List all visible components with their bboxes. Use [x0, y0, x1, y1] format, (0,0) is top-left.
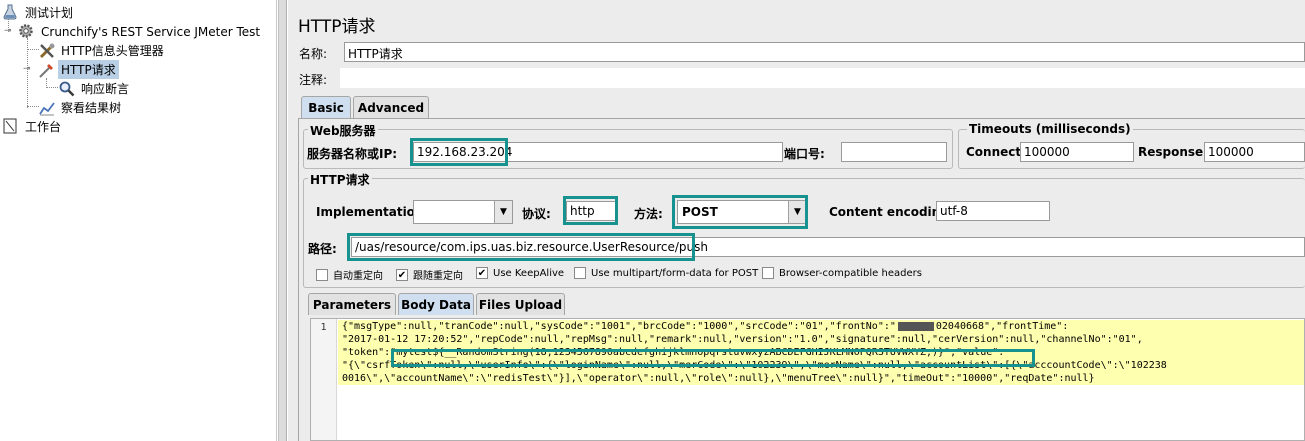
tree-item-result-tree[interactable]: 察看结果树 [38, 98, 124, 117]
connect-label: Connect: [966, 145, 1026, 159]
tab-basic[interactable]: Basic [301, 96, 351, 118]
tools-icon [38, 42, 56, 60]
path-label: 路径: [308, 242, 337, 256]
tab-body-data[interactable]: Body Data [398, 293, 474, 315]
chart-icon [38, 99, 56, 117]
port-input[interactable] [841, 142, 947, 162]
tree-label: Crunchify's REST Service JMeter Test [41, 24, 261, 39]
web-server-group-title: Web服务器 [308, 122, 378, 139]
method-label: 方法: [634, 207, 663, 221]
tree-label: 响应断言 [81, 82, 130, 96]
tree-label: 测试计划 [25, 6, 74, 20]
timeouts-group-title: Timeouts (milliseconds) [967, 122, 1133, 136]
tree-label: 察看结果树 [61, 101, 122, 115]
implementation-select[interactable]: ▼ [413, 200, 513, 224]
name-field[interactable]: HTTP请求 [344, 42, 1305, 62]
checkbox-label: Use multipart/form-data for POST [591, 267, 759, 279]
multipart-checkbox[interactable]: Use multipart/form-data for POST [574, 267, 758, 279]
comment-label: 注释: [299, 73, 328, 87]
port-label: 端口号: [784, 147, 825, 161]
checkbox-label: Use KeepAlive [493, 267, 565, 279]
dropdown-arrow-icon[interactable]: ▼ [494, 201, 512, 223]
protocol-label: 协议: [522, 207, 551, 221]
checkmark-icon: ✔ [476, 267, 488, 279]
page-title: HTTP请求 [298, 17, 376, 37]
pipette-icon [38, 61, 56, 79]
checkbox-label: 跟随重定向 [413, 271, 463, 282]
flask-icon [2, 4, 20, 22]
collapse-toggle-icon[interactable]: ⊸ [23, 65, 32, 74]
tree-item-test-plan[interactable]: 测试计划 [2, 3, 76, 22]
magnifier-icon [58, 80, 76, 98]
highlight-box [563, 196, 618, 225]
tree-label: 工作台 [25, 120, 62, 134]
splitter-handle[interactable] [278, 0, 287, 441]
response-timeout-input[interactable]: 100000 [1204, 142, 1305, 162]
checkbox-label: Browser-compatible headers [779, 267, 922, 279]
follow-redirect-checkbox[interactable]: ✔ 跟随重定向 [396, 267, 463, 282]
response-label: Response: [1138, 145, 1208, 159]
code-line: {"msgType":null,"tranCode":null,"sysCode… [338, 320, 1304, 333]
highlight-box [410, 138, 508, 166]
tree-label: HTTP请求 [58, 60, 119, 79]
tree-item-workbench[interactable]: 工作台 [2, 117, 64, 136]
highlight-box [347, 233, 695, 261]
tab-files-upload[interactable]: Files Upload [476, 293, 565, 315]
checkmark-icon: ✔ [396, 268, 408, 281]
line-number: 1 [320, 322, 327, 333]
checkbox-label: 自动重定向 [333, 271, 383, 282]
tree-item-http-request[interactable]: HTTP请求 [38, 60, 119, 79]
redacted-mark [897, 321, 934, 331]
tree-item-assertion[interactable]: 响应断言 [58, 79, 132, 98]
tab-parameters[interactable]: Parameters [308, 293, 396, 315]
name-label: 名称: [299, 47, 328, 61]
body-data-editor[interactable]: 1 {"msgType":null,"tranCode":null,"sysCo… [310, 318, 1305, 441]
tree-label: HTTP信息头管理器 [61, 44, 164, 58]
comment-field[interactable] [340, 68, 1305, 88]
checkbox-unchecked-icon [574, 267, 586, 279]
checkbox-unchecked-icon [316, 268, 328, 281]
gear-icon [18, 23, 36, 41]
server-label: 服务器名称或IP: [307, 147, 398, 161]
browser-headers-checkbox[interactable]: Browser-compatible headers [762, 267, 922, 279]
implementation-label: Implementation: [316, 205, 429, 219]
tree-item-thread-group[interactable]: Crunchify's REST Service JMeter Test [18, 22, 263, 41]
highlight-box [672, 195, 808, 229]
collapse-toggle-icon[interactable]: ⊸ [4, 27, 13, 36]
http-request-group-title: HTTP请求 [308, 171, 372, 188]
line-number-gutter: 1 [311, 319, 337, 440]
connect-timeout-input[interactable]: 100000 [1020, 142, 1134, 162]
content-encoding-input[interactable]: utf-8 [936, 201, 1050, 221]
checkbox-unchecked-icon [762, 267, 774, 279]
highlight-box [391, 349, 1035, 367]
keepalive-checkbox[interactable]: ✔ Use KeepAlive [476, 267, 564, 279]
code-area[interactable]: {"msgType":null,"tranCode":null,"sysCode… [338, 319, 1304, 440]
test-plan-tree[interactable]: 测试计划 ⊸ Crunchify's REST Service JMeter T… [0, 0, 277, 441]
tab-advanced[interactable]: Advanced [353, 96, 429, 118]
code-line: "2017-01-12 17:20:52","repCode":null,"re… [338, 333, 1304, 346]
code-line: 0016\",\"accountName\":\"redisTest\"}],\… [338, 372, 1304, 385]
http-request-panel: HTTP请求 名称: HTTP请求 注释: Basic Advanced Web… [288, 0, 1305, 441]
encoding-label: Content encoding: [829, 205, 954, 219]
workbench-icon [2, 118, 20, 136]
auto-redirect-checkbox[interactable]: 自动重定向 [316, 267, 383, 282]
tree-item-header-manager[interactable]: HTTP信息头管理器 [38, 41, 167, 60]
